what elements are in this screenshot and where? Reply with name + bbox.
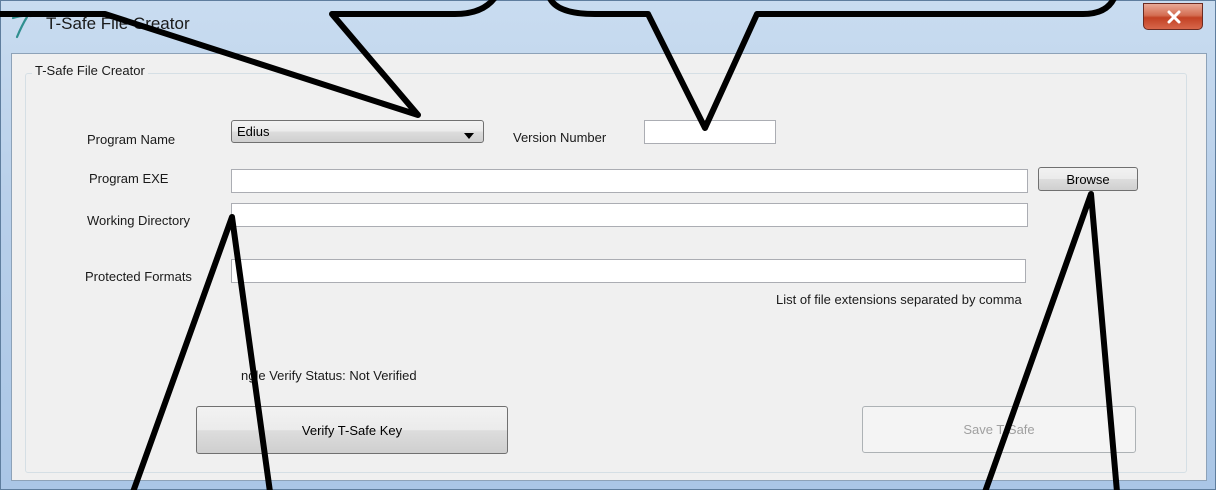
protected-formats-input[interactable] bbox=[231, 259, 1026, 283]
save-tsafe-button[interactable]: Save T-Safe bbox=[862, 406, 1136, 453]
dongle-status-text: ngle Verify Status: Not Verified bbox=[241, 368, 417, 383]
program-name-dropdown[interactable]: Edius bbox=[231, 120, 484, 143]
app-window: T-Safe File Creator T-Safe File Creator … bbox=[0, 0, 1216, 490]
dropdown-arrow-icon bbox=[464, 127, 474, 145]
version-number-input[interactable] bbox=[644, 120, 776, 144]
close-button[interactable] bbox=[1143, 3, 1203, 30]
working-directory-input[interactable] bbox=[231, 203, 1028, 227]
program-name-value: Edius bbox=[237, 124, 270, 139]
verify-key-button[interactable]: Verify T-Safe Key bbox=[196, 406, 508, 454]
browse-button[interactable]: Browse bbox=[1038, 167, 1138, 191]
program-exe-input[interactable] bbox=[231, 169, 1028, 193]
window-title: T-Safe File Creator bbox=[46, 14, 190, 33]
protected-formats-hint: List of file extensions separated by com… bbox=[776, 292, 1022, 307]
version-number-label: Version Number bbox=[513, 130, 607, 145]
close-icon bbox=[1167, 10, 1181, 24]
t-logo-icon bbox=[11, 13, 33, 39]
working-directory-label: Working Directory bbox=[87, 213, 191, 228]
group-box-title: T-Safe File Creator bbox=[32, 63, 148, 78]
program-exe-label: Program EXE bbox=[89, 171, 169, 186]
title-bar[interactable]: T-Safe File Creator bbox=[1, 1, 1216, 53]
program-name-label: Program Name bbox=[87, 132, 176, 147]
protected-formats-label: Protected Formats bbox=[85, 269, 192, 284]
